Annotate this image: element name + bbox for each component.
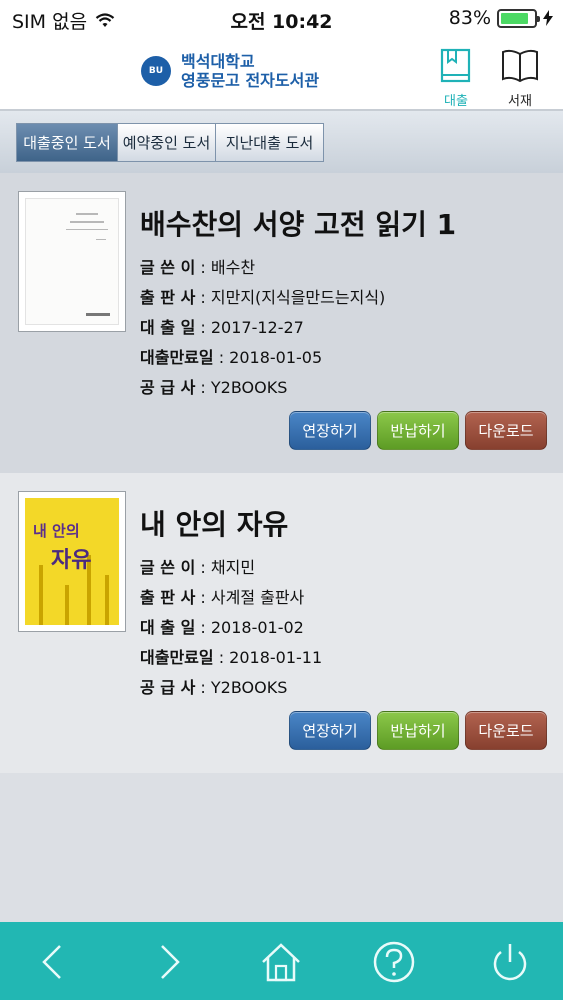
book-cover[interactable] bbox=[18, 191, 126, 332]
cover-image bbox=[25, 198, 119, 325]
download-button[interactable]: 다운로드 bbox=[465, 411, 547, 450]
return-button[interactable]: 반납하기 bbox=[377, 711, 459, 750]
supplier-value: : Y2BOOKS bbox=[195, 378, 288, 397]
home-icon[interactable] bbox=[257, 938, 305, 986]
book-meta: 글 쓴 이 : 채지민 출 판 사 : 사계절 출판사 대 출 일 : 2018… bbox=[140, 553, 322, 703]
logo-line1: 백석대학교 bbox=[181, 52, 255, 71]
author-value: : 배수찬 bbox=[195, 258, 256, 277]
loan-date-label: 대 출 일 bbox=[140, 618, 196, 637]
status-bar: SIM 없음 오전 10:42 83% bbox=[0, 0, 563, 38]
loan-date-value: : 2018-01-02 bbox=[195, 618, 304, 637]
help-icon[interactable] bbox=[370, 938, 418, 986]
tab-past-loans[interactable]: 지난대출 도서 bbox=[216, 123, 324, 162]
status-right: 83% bbox=[449, 7, 553, 29]
supplier-value: : Y2BOOKS bbox=[195, 678, 288, 697]
forward-icon[interactable] bbox=[144, 938, 192, 986]
return-button[interactable]: 반납하기 bbox=[377, 411, 459, 450]
tab-bar: 대출중인 도서 예약중인 도서 지난대출 도서 bbox=[0, 111, 563, 173]
library-logo[interactable]: BU 백석대학교 영풍문고 전자도서관 bbox=[141, 52, 319, 90]
book-icon bbox=[440, 48, 471, 83]
cover-title-line1: 내 안의 bbox=[33, 522, 80, 540]
book-cover[interactable]: 내 안의 자유 bbox=[18, 491, 126, 632]
author-label: 글 쓴 이 bbox=[140, 558, 196, 577]
loan-label: 대출 bbox=[444, 94, 468, 109]
author-value: : 채지민 bbox=[195, 558, 256, 577]
charging-icon bbox=[543, 10, 553, 26]
open-book-icon bbox=[502, 49, 538, 83]
book-title[interactable]: 내 안의 자유 bbox=[140, 503, 288, 543]
due-date-label: 대출만료일 bbox=[140, 648, 214, 667]
power-icon[interactable] bbox=[486, 938, 534, 986]
tabs: 대출중인 도서 예약중인 도서 지난대출 도서 bbox=[16, 123, 324, 162]
due-date-value: : 2018-01-11 bbox=[213, 648, 323, 667]
publisher-label: 출 판 사 bbox=[140, 588, 196, 607]
due-date-label: 대출만료일 bbox=[140, 348, 214, 367]
author-label: 글 쓴 이 bbox=[140, 258, 196, 277]
book-list: 배수찬의 서양 고전 읽기 1 글 쓴 이 : 배수찬 출 판 사 : 지만지(… bbox=[0, 173, 563, 773]
bottom-nav bbox=[0, 922, 563, 1000]
shelf-label: 서재 bbox=[508, 94, 532, 109]
supplier-label: 공 급 사 bbox=[140, 378, 196, 397]
download-button[interactable]: 다운로드 bbox=[465, 711, 547, 750]
book-actions: 연장하기 반납하기 다운로드 bbox=[289, 711, 547, 750]
book-actions: 연장하기 반납하기 다운로드 bbox=[289, 411, 547, 450]
app-header: BU 백석대학교 영풍문고 전자도서관 대출 서재 bbox=[0, 38, 563, 111]
battery-icon bbox=[497, 8, 540, 28]
supplier-label: 공 급 사 bbox=[140, 678, 196, 697]
due-date-value: : 2018-01-05 bbox=[213, 348, 323, 367]
extend-button[interactable]: 연장하기 bbox=[289, 711, 371, 750]
cover-image: 내 안의 자유 bbox=[25, 498, 119, 625]
loan-button[interactable]: 대출 bbox=[432, 48, 480, 109]
loan-date-label: 대 출 일 bbox=[140, 318, 196, 337]
loan-date-value: : 2017-12-27 bbox=[195, 318, 304, 337]
logo-line2: 영풍문고 전자도서관 bbox=[181, 71, 320, 90]
publisher-value: : 사계절 출판사 bbox=[195, 588, 305, 607]
book-meta: 글 쓴 이 : 배수찬 출 판 사 : 지만지(지식을만드는지식) 대 출 일 … bbox=[140, 253, 385, 403]
publisher-value: : 지만지(지식을만드는지식) bbox=[195, 288, 386, 307]
cover-title-line2: 자유 bbox=[51, 548, 92, 573]
publisher-label: 출 판 사 bbox=[140, 288, 196, 307]
shelf-button[interactable]: 서재 bbox=[496, 48, 544, 109]
tab-current-loans[interactable]: 대출중인 도서 bbox=[16, 123, 118, 162]
tab-reservations[interactable]: 예약중인 도서 bbox=[118, 123, 216, 162]
book-title[interactable]: 배수찬의 서양 고전 읽기 1 bbox=[140, 203, 456, 243]
list-item: 내 안의 자유 내 안의 자유 글 쓴 이 : 채지민 출 판 사 : 사계절 … bbox=[0, 473, 563, 773]
back-icon[interactable] bbox=[30, 938, 78, 986]
battery-percent: 83% bbox=[448, 7, 491, 29]
logo-text: 백석대학교 영풍문고 전자도서관 bbox=[181, 52, 319, 90]
logo-mark: BU bbox=[141, 56, 171, 86]
extend-button[interactable]: 연장하기 bbox=[289, 411, 371, 450]
list-item: 배수찬의 서양 고전 읽기 1 글 쓴 이 : 배수찬 출 판 사 : 지만지(… bbox=[0, 173, 563, 473]
